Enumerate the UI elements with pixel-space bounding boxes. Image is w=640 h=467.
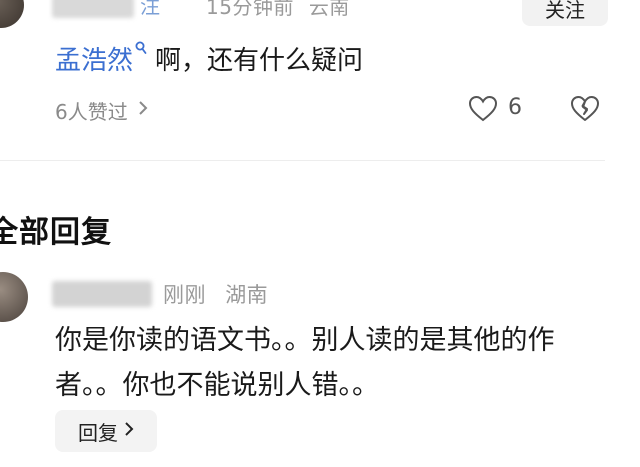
comment-time: 刚刚 [163,283,206,307]
username-tail-top[interactable]: 注 [140,0,160,19]
search-icon[interactable] [135,41,147,59]
likers-text: 6人赞过 [55,100,128,124]
comment-location: 湖南 [225,283,269,307]
blurred-username [52,281,152,307]
avatar-top[interactable] [0,0,24,28]
chevron-right-icon [138,100,148,121]
reply-line: 孟浩然 啊，还有什么疑问 [55,40,363,77]
chevron-right-icon [124,421,134,442]
follow-button[interactable]: 关注 [522,0,608,26]
reply-text: 啊，还有什么疑问 [155,46,364,76]
top-comment-location: 云南 [308,0,350,19]
likers-link[interactable]: 6人赞过 [55,96,148,125]
comment-text: 你是你读的语文书。。别人读的是其他的作者。。你也不能说别人错。。 [55,325,555,401]
broken-heart-icon[interactable] [570,94,600,124]
section-title: 全部回复 [0,215,112,250]
comment-meta: 刚刚 湖南 [163,279,268,309]
top-comment-time: 15分钟前 [206,0,294,19]
blurred-username-top [52,0,134,18]
like-count: 6 [508,95,522,120]
divider [0,160,605,161]
heart-outline-icon[interactable] [468,94,498,124]
mention-username[interactable]: 孟浩然 [55,40,133,77]
reply-button[interactable]: 回复 [55,410,157,452]
avatar[interactable] [0,272,28,322]
top-comment-meta: 15分钟前 云南 [206,0,350,20]
reply-button-label: 回复 [78,420,118,445]
